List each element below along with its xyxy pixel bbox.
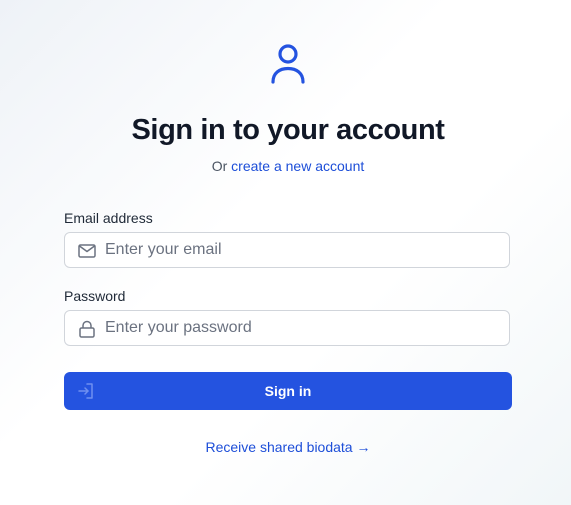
- envelope-icon: [78, 244, 96, 258]
- email-input[interactable]: [105, 233, 501, 267]
- email-label: Email address: [64, 210, 153, 226]
- email-field[interactable]: [64, 232, 510, 268]
- receive-shared-biodata-link[interactable]: Receive shared biodata →: [206, 439, 371, 455]
- password-input[interactable]: [105, 311, 501, 345]
- sign-in-page: Sign in to your account Or create a new …: [0, 0, 571, 505]
- sign-in-label: Sign in: [264, 383, 312, 399]
- subtitle-prefix: Or: [211, 158, 228, 174]
- password-label: Password: [64, 288, 126, 304]
- page-title: Sign in to your account: [131, 114, 445, 146]
- receive-link-row: Receive shared biodata →: [0, 438, 571, 456]
- subtitle: Or create a new account: [0, 157, 571, 175]
- password-field[interactable]: [64, 310, 510, 346]
- user-icon: [271, 44, 305, 84]
- sign-in-button[interactable]: Sign in: [64, 372, 512, 410]
- lock-icon: [79, 320, 95, 338]
- create-account-link[interactable]: create a new account: [231, 158, 364, 174]
